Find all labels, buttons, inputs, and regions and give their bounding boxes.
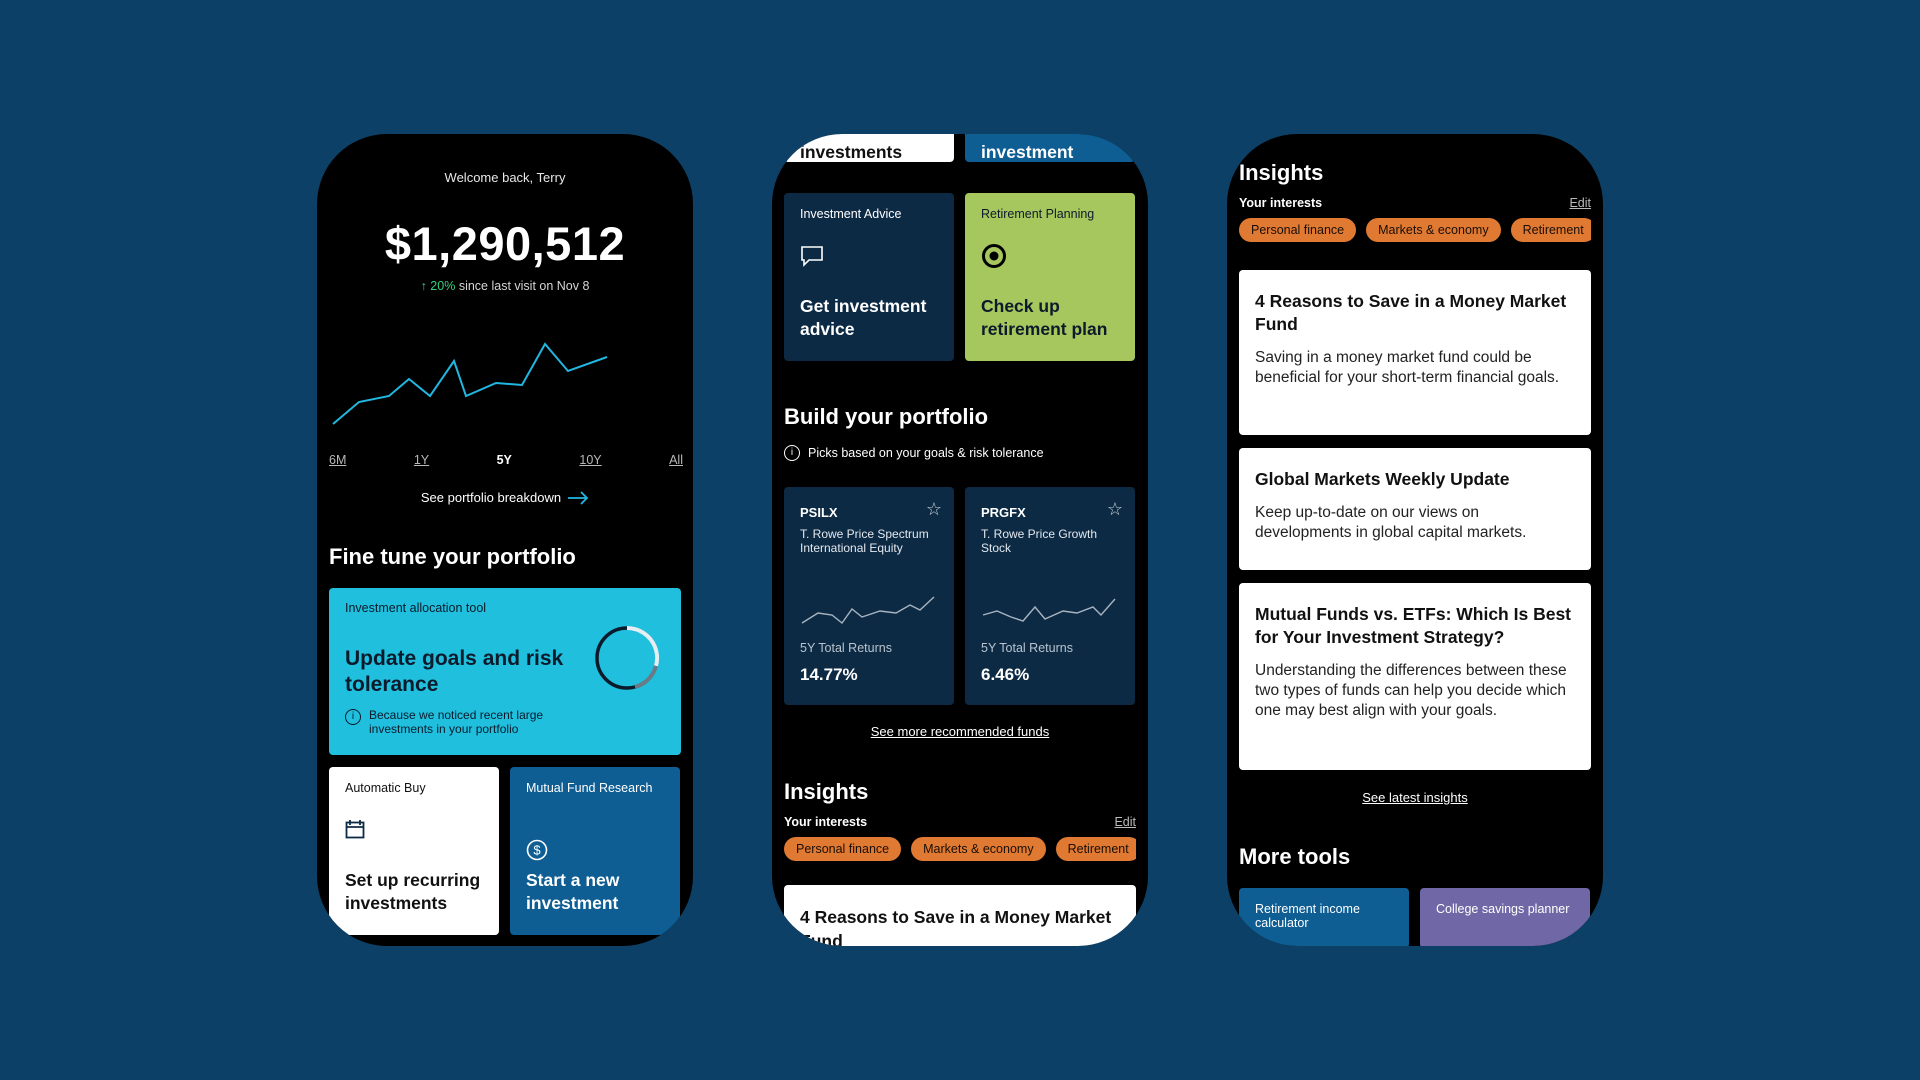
fund-returns-label: 5Y Total Returns [981, 641, 1073, 655]
college-savings-planner-tile[interactable]: College savings planner [1420, 888, 1590, 946]
edit-interests-link[interactable]: Edit [1569, 196, 1591, 210]
svg-text:$: $ [533, 843, 541, 858]
see-latest-insights-link[interactable]: See latest insights [1227, 790, 1603, 805]
phone-recommendations-screen: investments investment Investment Advice… [772, 134, 1148, 946]
insights-heading: Insights [784, 779, 869, 804]
insights-heading: Insights [1239, 160, 1324, 185]
interests-label: Your interests [1239, 196, 1323, 210]
retirement-income-calculator-tile[interactable]: Retirement income calculator [1239, 888, 1409, 946]
chip-markets-economy[interactable]: Markets & economy [911, 837, 1046, 861]
portfolio-breakdown-link[interactable]: See portfolio breakdown [317, 490, 693, 505]
card-eyebrow: Mutual Fund Research [526, 781, 653, 795]
card-note: i Because we noticed recent large invest… [345, 708, 589, 736]
fund-sparkline [982, 598, 1116, 622]
interest-chips: Personal finance Markets & economy Retir… [1239, 218, 1591, 242]
article-body: Keep up-to-date on our views on developm… [1255, 504, 1527, 541]
time-range-selector: 6M 1Y 5Y 10Y All [329, 453, 683, 467]
chip-personal-finance[interactable]: Personal finance [784, 837, 902, 861]
article-card[interactable]: Global Markets Weekly Update Keep up-to-… [1239, 448, 1591, 570]
retirement-planning-tile[interactable]: Retirement Planning Check up retirement … [965, 193, 1135, 361]
edit-interests-link[interactable]: Edit [1114, 815, 1136, 829]
insights-section: Insights Your interests Edit Personal fi… [1239, 160, 1591, 242]
portfolio-breakdown-label: See portfolio breakdown [420, 490, 562, 505]
range-6m[interactable]: 6M [329, 453, 346, 467]
star-icon[interactable]: ☆ [926, 499, 942, 520]
card-note-text: Because we noticed recent large investme… [369, 708, 544, 736]
portfolio-performance-chart [332, 342, 608, 425]
interests-label: Your interests [784, 815, 868, 829]
card-title: Update goals and risk tolerance [345, 647, 564, 696]
card-eyebrow: Automatic Buy [345, 781, 426, 795]
article-body: Saving in a money market fund could be b… [1255, 349, 1560, 386]
fund-returns-value: 14.77% [800, 665, 858, 684]
fund-ticker: PRGFX [981, 505, 1026, 520]
change-since-last-visit: ↑ 20% since last visit on Nov 8 [317, 279, 693, 293]
chip-retirement[interactable]: Retirement [1055, 837, 1136, 861]
welcome-text: Welcome back, Terry [444, 170, 566, 185]
article-card[interactable]: 4 Reasons to Save in a Money Market Fund… [1239, 270, 1591, 435]
fund-card-prgfx[interactable]: PRGFX ☆ T. Rowe Price Growth Stock 5Y To… [965, 487, 1135, 705]
article-card[interactable]: Mutual Funds vs. ETFs: Which Is Best for… [1239, 583, 1591, 770]
phone-insights-screen: Insights Your interests Edit Personal fi… [1227, 134, 1603, 946]
article-title: Global Markets Weekly Update [1255, 469, 1510, 489]
investment-allocation-card[interactable]: Investment allocation tool Update goals … [329, 588, 681, 755]
article-card-peek[interactable]: 4 Reasons to Save in a Money Market Fund [784, 885, 1136, 946]
top-tile-left[interactable]: investments [784, 134, 954, 162]
range-5y[interactable]: 5Y [497, 453, 512, 467]
see-more-funds-link[interactable]: See more recommended funds [772, 724, 1148, 739]
interest-chips: Personal finance Markets & economy Retir… [784, 837, 1136, 861]
picks-note-text: Picks based on your goals & risk toleran… [808, 445, 1044, 460]
fund-sparkline [801, 596, 935, 625]
interests-row: Your interests Edit [1239, 196, 1591, 210]
more-tools-heading: More tools [1239, 844, 1351, 869]
article-body: Understanding the differences between th… [1255, 662, 1567, 719]
target-icon [982, 244, 1006, 268]
card-eyebrow: Investment allocation tool [345, 601, 487, 615]
automatic-buy-card[interactable]: Automatic Buy Set up recurring investmen… [329, 767, 499, 935]
article-title: 4 Reasons to Save in a Money Market Fund [1255, 291, 1567, 334]
fund-ticker: PSILX [800, 505, 838, 520]
investment-advice-tile[interactable]: Investment Advice Get investment advice [784, 193, 954, 361]
change-percent: 20% [430, 279, 456, 293]
allocation-ring-icon [595, 625, 660, 690]
tile-eyebrow: Retirement Planning [981, 207, 1095, 221]
fund-name: T. Rowe Price Spectrum International Equ… [800, 527, 929, 555]
range-all[interactable]: All [669, 453, 683, 467]
range-1y[interactable]: 1Y [414, 453, 429, 467]
interests-row: Your interests Edit [784, 815, 1136, 829]
tile-title: Check up retirement plan [981, 296, 1108, 339]
fund-returns-label: 5Y Total Returns [800, 641, 892, 655]
star-icon[interactable]: ☆ [1107, 499, 1123, 520]
info-icon: i [784, 445, 800, 461]
card-title: Start a new investment [526, 870, 620, 913]
portfolio-balance: $1,290,512 [384, 217, 626, 270]
tile-eyebrow: Investment Advice [800, 207, 902, 221]
info-icon: i [345, 709, 361, 725]
card-title: Set up recurring investments [345, 870, 481, 913]
calendar-icon [345, 820, 365, 839]
fund-returns-value: 6.46% [981, 665, 1030, 684]
insights-section: Insights Your interests Edit Personal fi… [784, 779, 1136, 861]
range-10y[interactable]: 10Y [579, 453, 601, 467]
mutual-fund-research-card[interactable]: Mutual Fund Research $ Start a new inves… [510, 767, 680, 935]
fund-name: T. Rowe Price Growth Stock [981, 527, 1098, 555]
dollar-circle-icon: $ [526, 839, 548, 861]
article-title: Mutual Funds vs. ETFs: Which Is Best for… [1255, 604, 1571, 647]
portfolio-performance-line [332, 342, 608, 425]
chip-retirement[interactable]: Retirement [1510, 218, 1591, 242]
chat-bubble-icon [801, 246, 823, 267]
top-tile-right[interactable]: investment [965, 134, 1135, 162]
picks-note: i Picks based on your goals & risk toler… [784, 444, 1044, 461]
fund-card-psilx[interactable]: PSILX ☆ T. Rowe Price Spectrum Internati… [784, 487, 954, 705]
arrow-up-icon: ↑ [420, 279, 427, 293]
fine-tune-heading: Fine tune your portfolio [329, 544, 576, 569]
build-portfolio-heading: Build your portfolio [784, 404, 989, 429]
change-text: since last visit on Nov 8 [458, 279, 590, 293]
arrow-right-icon [568, 490, 589, 505]
chip-personal-finance[interactable]: Personal finance [1239, 218, 1357, 242]
phone-portfolio-screen: Welcome back, Terry $1,290,512 ↑ 20% sin… [317, 134, 693, 946]
chip-markets-economy[interactable]: Markets & economy [1366, 218, 1501, 242]
tile-title: Get investment advice [800, 296, 927, 339]
